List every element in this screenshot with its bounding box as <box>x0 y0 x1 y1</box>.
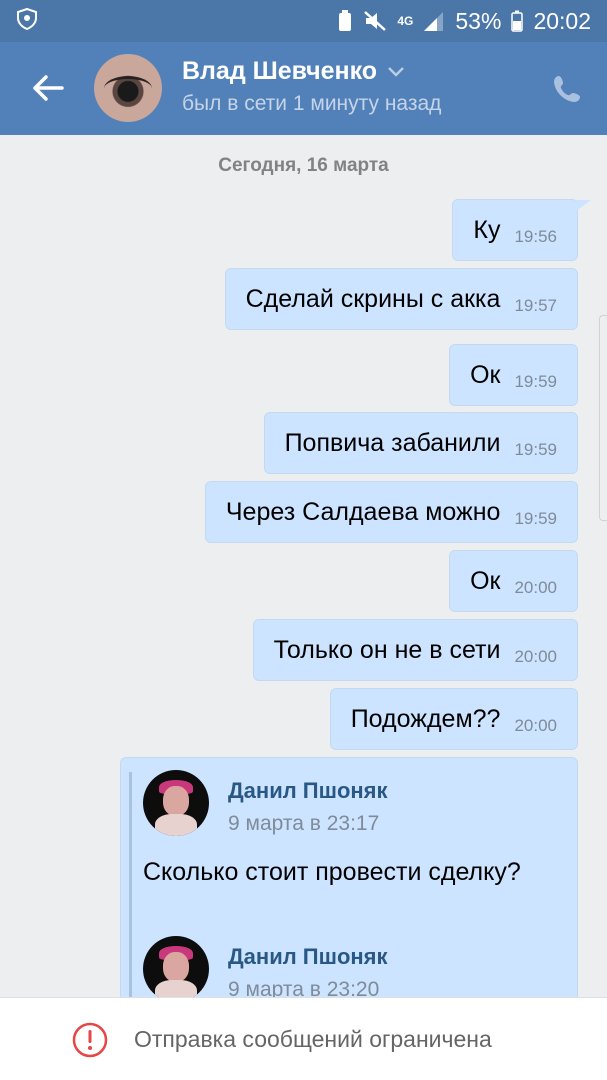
scrollbar[interactable] <box>599 315 607 521</box>
forwarded-messages[interactable]: Данил Пшоняк 9 марта в 23:17 Сколько сто… <box>120 757 578 997</box>
message-bubble[interactable]: Ку 19:56 <box>452 199 591 261</box>
message-bubble[interactable]: Через Салдаева можно 19:59 <box>204 481 578 543</box>
message-time: 19:56 <box>514 227 557 246</box>
message-time: 20:00 <box>514 647 557 666</box>
forwarded-date: 9 марта в 23:17 <box>228 812 380 835</box>
battery-saver-icon <box>337 10 353 32</box>
forward-quote-line <box>129 772 132 997</box>
contact-last-seen: был в сети 1 минуту назад <box>182 92 442 115</box>
chat-header: Влад Шевченко был в сети 1 минуту назад <box>0 42 607 135</box>
message-text: Ку <box>473 215 501 244</box>
mute-icon <box>363 10 387 32</box>
forwarded-author-name[interactable]: Данил Пшоняк <box>228 778 388 804</box>
status-bar: 4G 53% 20:02 <box>0 0 607 42</box>
forwarded-author-avatar[interactable] <box>143 936 209 997</box>
date-separator: Сегодня, 16 марта <box>218 155 389 176</box>
message-text: Сделай скрины с акка <box>245 284 501 313</box>
message-text: Попвича забанили <box>284 428 501 457</box>
message-text: Ок <box>470 360 501 389</box>
message-bubble[interactable]: Ок 19:59 <box>449 344 578 406</box>
signal-icon <box>423 10 445 32</box>
forwarded-author-name[interactable]: Данил Пшоняк <box>228 944 388 970</box>
message-time: 19:57 <box>514 296 557 315</box>
back-button[interactable] <box>28 68 68 108</box>
alert-circle-icon <box>72 1022 108 1058</box>
message-time: 20:00 <box>514 716 557 735</box>
message-bubble[interactable]: Только он не в сети 20:00 <box>252 619 578 681</box>
message-bubble[interactable]: Подождем?? 20:00 <box>329 688 578 750</box>
message-text: Только он не в сети <box>273 635 501 664</box>
battery-percent: 53% <box>455 7 502 34</box>
forwarded-author-avatar[interactable] <box>143 770 209 836</box>
message-bubble[interactable]: Попвича забанили 19:59 <box>263 412 578 474</box>
clock: 20:02 <box>533 7 591 34</box>
message-time: 20:00 <box>514 578 557 597</box>
contact-name-label: Влад Шевченко <box>182 57 378 85</box>
network-type-label: 4G <box>397 14 414 28</box>
chevron-down-icon <box>388 66 404 77</box>
phone-icon <box>554 76 580 102</box>
message-time: 19:59 <box>514 509 557 528</box>
message-text: Подождем?? <box>350 704 501 733</box>
message-list[interactable]: Сегодня, 16 марта Ку 19:56 Сделай скрины… <box>0 135 607 997</box>
arrow-left-icon <box>33 75 64 101</box>
message-time: 19:59 <box>514 372 557 391</box>
contact-avatar[interactable] <box>94 54 162 122</box>
restriction-bar: Отправка сообщений ограничена <box>0 997 607 1080</box>
call-button[interactable] <box>548 70 586 108</box>
message-time: 19:59 <box>514 440 557 459</box>
restriction-text: Отправка сообщений ограничена <box>134 1026 492 1052</box>
contact-name[interactable]: Влад Шевченко <box>182 57 405 86</box>
forwarded-date: 9 марта в 23:20 <box>228 978 380 997</box>
vk-shield-icon <box>16 7 38 35</box>
message-bubble[interactable]: Ок 20:00 <box>449 550 578 612</box>
message-text: Через Салдаева можно <box>225 497 501 526</box>
message-bubble[interactable]: Сделай скрины с акка 19:57 <box>224 268 578 330</box>
message-text: Ок <box>470 566 501 595</box>
battery-icon <box>511 10 524 32</box>
forwarded-text: Сколько стоит провести сделку? <box>143 858 521 886</box>
